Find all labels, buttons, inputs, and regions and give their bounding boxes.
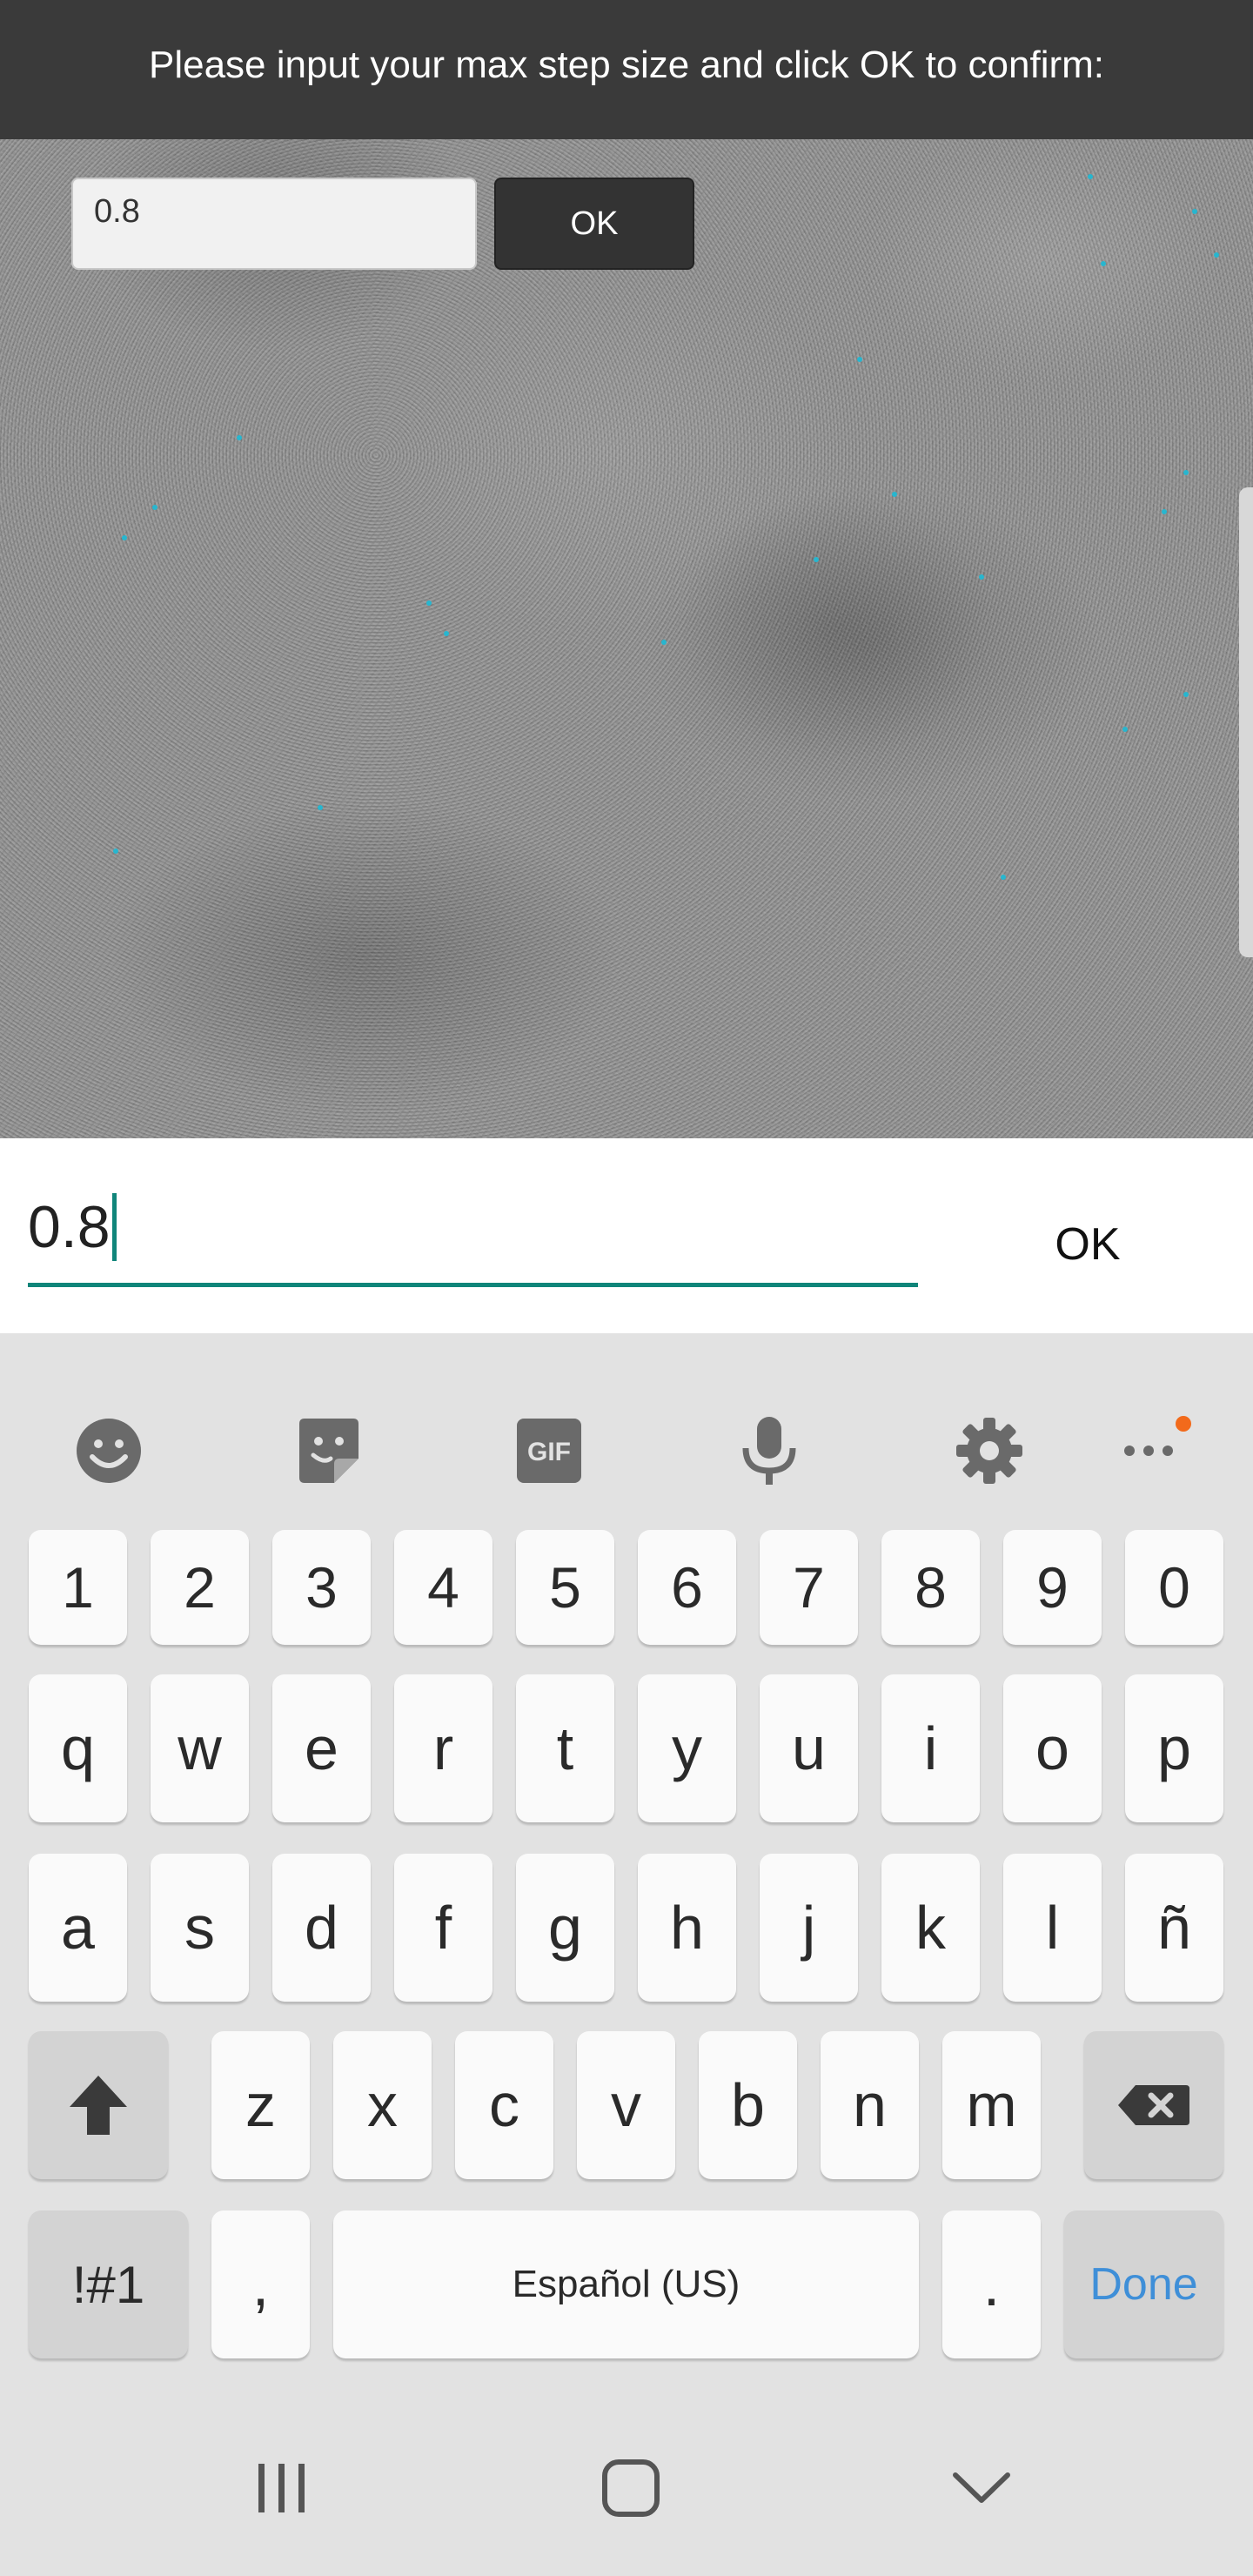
tracking-point xyxy=(152,505,157,510)
tracking-point xyxy=(979,574,984,580)
tracking-point xyxy=(1183,692,1189,697)
key-1[interactable]: 1 xyxy=(29,1530,127,1645)
tracking-point xyxy=(1101,261,1106,266)
camera-view xyxy=(0,0,1253,1138)
shift-key[interactable] xyxy=(29,2031,168,2179)
key-e[interactable]: e xyxy=(272,1674,371,1822)
key-2[interactable]: 2 xyxy=(151,1530,249,1645)
space-bar[interactable]: Español (US) xyxy=(333,2210,919,2358)
tracking-point xyxy=(1001,875,1006,880)
backspace-key[interactable] xyxy=(1084,2031,1223,2179)
tracking-point xyxy=(237,435,242,440)
input-ok-button[interactable]: OK xyxy=(1035,1210,1140,1279)
key-r[interactable]: r xyxy=(394,1674,492,1822)
tracking-point xyxy=(1162,509,1167,514)
tracking-point xyxy=(1088,174,1093,179)
step-size-text-field[interactable]: 0.8 xyxy=(28,1192,918,1262)
dialog-ok-button[interactable]: OK xyxy=(494,178,694,270)
dialog-prompt-text: Please input your max step size and clic… xyxy=(148,44,1105,86)
key-f[interactable]: f xyxy=(394,1854,492,2002)
system-navigation-bar xyxy=(0,2397,1253,2576)
key-b[interactable]: b xyxy=(699,2031,797,2179)
key-a[interactable]: a xyxy=(29,1854,127,2002)
key-0[interactable]: 0 xyxy=(1125,1530,1223,1645)
gif-icon[interactable]: GIF xyxy=(510,1412,588,1490)
key-c[interactable]: c xyxy=(455,2031,553,2179)
dialog-prompt-bar: Please input your max step size and clic… xyxy=(0,0,1253,139)
key-h[interactable]: h xyxy=(638,1854,736,2002)
home-icon[interactable] xyxy=(579,2440,683,2536)
key-j[interactable]: j xyxy=(760,1854,858,2002)
tracking-point xyxy=(857,357,862,362)
tracking-point xyxy=(814,557,819,562)
key-y[interactable]: y xyxy=(638,1674,736,1822)
backspace-icon xyxy=(1118,2085,1189,2125)
tracking-point xyxy=(1122,727,1128,732)
carpet-texture xyxy=(0,0,1253,1138)
key-d[interactable]: d xyxy=(272,1854,371,2002)
microphone-icon[interactable] xyxy=(730,1412,808,1490)
key-u[interactable]: u xyxy=(760,1674,858,1822)
tracking-point xyxy=(113,849,118,854)
more-options-icon[interactable] xyxy=(1116,1412,1194,1490)
key-9[interactable]: 9 xyxy=(1003,1530,1102,1645)
edge-panel-handle[interactable] xyxy=(1239,487,1253,957)
key-6[interactable]: 6 xyxy=(638,1530,736,1645)
tracking-point xyxy=(426,600,432,606)
symbols-key[interactable]: !#1 xyxy=(29,2210,188,2358)
key-z[interactable]: z xyxy=(211,2031,310,2179)
key-l[interactable]: l xyxy=(1003,1854,1102,2002)
key-5[interactable]: 5 xyxy=(516,1530,614,1645)
back-chevron-icon[interactable] xyxy=(929,2440,1034,2536)
tracking-point xyxy=(318,805,323,810)
tracking-point xyxy=(892,492,897,497)
key-4[interactable]: 4 xyxy=(394,1530,492,1645)
key-t[interactable]: t xyxy=(516,1674,614,1822)
key-i[interactable]: i xyxy=(881,1674,980,1822)
recent-apps-icon[interactable] xyxy=(230,2440,334,2536)
space-bar-label: Español (US) xyxy=(512,2263,740,2305)
max-step-size-input[interactable]: 0.8 xyxy=(71,178,477,270)
key-s[interactable]: s xyxy=(151,1854,249,2002)
tracking-point xyxy=(122,535,127,540)
shift-arrow-icon xyxy=(70,2076,127,2135)
gif-label: GIF xyxy=(527,1438,571,1466)
symbols-key-label: !#1 xyxy=(71,2255,145,2314)
step-size-value: 0.8 xyxy=(28,1194,111,1260)
sticker-icon[interactable] xyxy=(290,1412,368,1490)
soft-keyboard: GIF 1 2 3 4 5 6 7 8 9 0 q w e r t y u i … xyxy=(0,1333,1253,2397)
input-underline xyxy=(28,1283,918,1287)
settings-gear-icon[interactable] xyxy=(950,1412,1029,1490)
key-v[interactable]: v xyxy=(577,2031,675,2179)
text-cursor xyxy=(111,1193,117,1261)
emoji-icon[interactable] xyxy=(70,1412,148,1490)
comma-key[interactable]: , xyxy=(211,2210,310,2358)
key-n-tilde[interactable]: ñ xyxy=(1125,1854,1223,2002)
period-key[interactable]: . xyxy=(942,2210,1041,2358)
tracking-point xyxy=(1192,209,1197,214)
key-k[interactable]: k xyxy=(881,1854,980,2002)
key-p[interactable]: p xyxy=(1125,1674,1223,1822)
key-m[interactable]: m xyxy=(942,2031,1041,2179)
tracking-point xyxy=(1214,252,1219,258)
done-key[interactable]: Done xyxy=(1064,2210,1223,2358)
key-3[interactable]: 3 xyxy=(272,1530,371,1645)
key-g[interactable]: g xyxy=(516,1854,614,2002)
key-q[interactable]: q xyxy=(29,1674,127,1822)
key-w[interactable]: w xyxy=(151,1674,249,1822)
key-7[interactable]: 7 xyxy=(760,1530,858,1645)
tracking-point xyxy=(661,640,667,645)
tracking-point xyxy=(444,631,449,636)
keyboard-input-row: 0.8 OK xyxy=(0,1138,1253,1333)
key-8[interactable]: 8 xyxy=(881,1530,980,1645)
key-x[interactable]: x xyxy=(333,2031,432,2179)
key-n[interactable]: n xyxy=(821,2031,919,2179)
key-o[interactable]: o xyxy=(1003,1674,1102,1822)
tracking-point xyxy=(1183,470,1189,475)
